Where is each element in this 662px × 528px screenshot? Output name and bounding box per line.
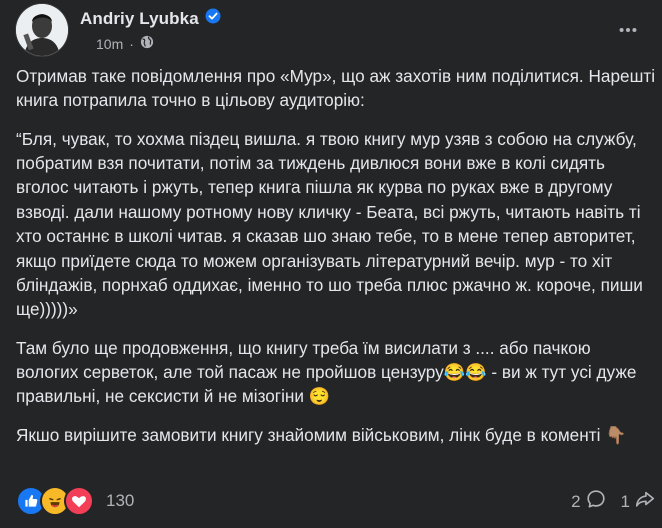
post-actions: 2 1 [571,488,656,515]
comment-count: 2 [571,491,581,511]
more-options-icon[interactable] [610,12,646,48]
reaction-count[interactable]: 130 [106,491,134,511]
facebook-post: Andriy Lyubka 10m · Отримав таке повідом… [0,0,662,528]
author-avatar[interactable] [16,4,68,56]
post-body: Отримав таке повідомлення про «Мур», що … [16,64,656,461]
post-header: Andriy Lyubka 10m · [16,4,646,56]
author-name[interactable]: Andriy Lyubka [80,9,199,29]
globe-icon[interactable] [140,35,154,52]
post-meta: 10m · [96,35,154,52]
post-paragraph: Там було ще продовження, що книгу треба … [16,337,637,407]
post-paragraph: Якшо вирішите замовити книгу знайомим ві… [16,424,627,445]
reactions-summary[interactable]: 130 [16,486,134,516]
comment-button[interactable]: 2 [571,488,606,515]
share-icon [634,488,656,515]
post-timestamp[interactable]: 10m [96,36,123,52]
share-count: 1 [620,491,630,511]
author-line: Andriy Lyubka [80,8,221,29]
comment-icon [585,488,607,515]
love-icon [64,486,94,516]
post-paragraph: Отримав таке повідомлення про «Мур», що … [16,66,656,111]
share-button[interactable]: 1 [621,488,656,515]
verified-badge-icon [205,8,221,29]
post-footer: 130 2 1 [16,482,656,522]
meta-separator: · [129,35,134,52]
post-paragraph: “Бля, чувак, то хохма піздец вишла. я тв… [16,128,643,320]
